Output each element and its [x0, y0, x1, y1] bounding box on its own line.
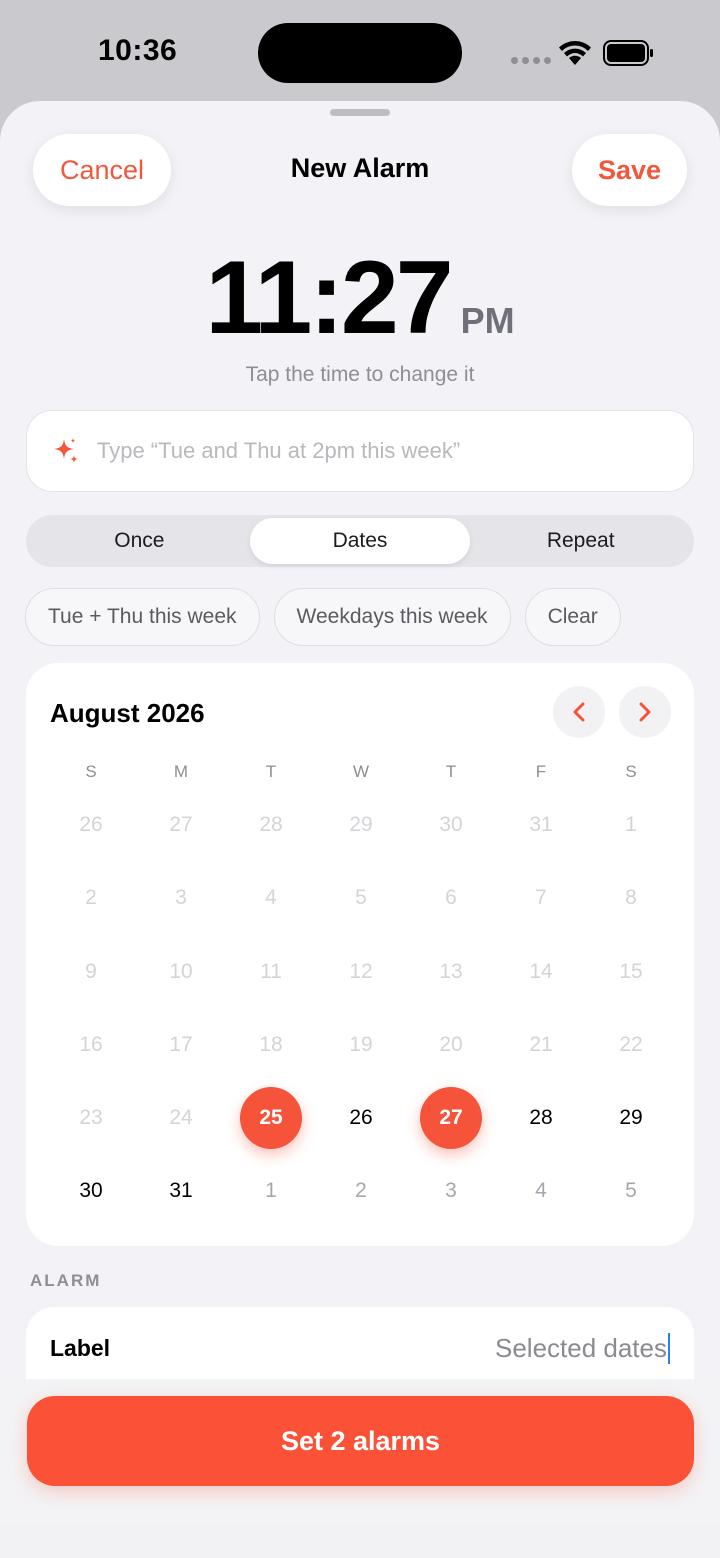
calendar-day: 16 — [79, 1033, 103, 1056]
calendar-day[interactable]: 26 — [330, 1087, 392, 1149]
bottom-action-bar: Set 2 alarms — [0, 1379, 720, 1558]
label-input[interactable]: Selected dates — [495, 1333, 670, 1364]
weekday-header: S — [85, 762, 97, 781]
chevron-right-icon — [639, 702, 651, 722]
calendar-day: 10 — [169, 960, 193, 983]
calendar-day: 28 — [259, 813, 283, 836]
sparkle-icon — [54, 438, 78, 463]
calendar-day: 3 — [175, 886, 187, 909]
chip-tue-thu[interactable]: Tue + Thu this week — [25, 588, 260, 646]
sheet-grabber[interactable] — [330, 109, 390, 116]
dynamic-island — [258, 23, 462, 83]
weekday-header: S — [625, 762, 637, 781]
previous-month-button[interactable] — [553, 686, 605, 738]
calendar-day: 14 — [529, 960, 553, 983]
status-time: 10:36 — [98, 34, 178, 67]
calendar-day: 5 — [355, 886, 367, 909]
weekday-header: F — [535, 762, 547, 781]
calendar-day: 29 — [349, 813, 373, 836]
calendar-day: 8 — [625, 886, 637, 909]
calendar-day: 1 — [625, 813, 637, 836]
time-picker-display[interactable]: 11:27 PM — [0, 239, 720, 358]
calendar-day: 15 — [619, 960, 643, 983]
cellular-signal-icon — [511, 57, 551, 64]
calendar-day[interactable]: 2 — [330, 1160, 392, 1222]
alarm-time[interactable]: 11:27 — [205, 239, 453, 358]
status-bar: 10:36 — [0, 0, 720, 100]
save-button[interactable]: Save — [572, 134, 687, 206]
calendar-day: 12 — [349, 960, 373, 983]
calendar-day: 4 — [265, 886, 277, 909]
chip-clear[interactable]: Clear — [524, 588, 621, 646]
calendar-day[interactable]: 3 — [420, 1160, 482, 1222]
calendar-day[interactable]: 28 — [510, 1087, 572, 1149]
calendar-day: 17 — [169, 1033, 193, 1056]
calendar-day: 20 — [439, 1033, 463, 1056]
weekday-header: T — [445, 762, 457, 781]
calendar-day: 18 — [259, 1033, 283, 1056]
calendar-day: 11 — [260, 960, 282, 983]
chevron-left-icon — [573, 702, 585, 722]
calendar-day: 24 — [169, 1106, 193, 1129]
calendar-day-selected[interactable]: 25 — [240, 1087, 302, 1149]
calendar-day: 13 — [439, 960, 463, 983]
calendar-day: 19 — [349, 1033, 373, 1056]
weekday-header: W — [352, 762, 370, 781]
calendar-day[interactable]: 29 — [600, 1087, 662, 1149]
natural-language-input[interactable] — [97, 438, 657, 464]
wifi-icon — [559, 41, 591, 65]
calendar-day: 9 — [85, 960, 97, 983]
tab-repeat[interactable]: Repeat — [470, 518, 691, 564]
alarm-section-heading: ALARM — [30, 1271, 102, 1290]
tab-once[interactable]: Once — [29, 518, 250, 564]
calendar-day-selected[interactable]: 27 — [420, 1087, 482, 1149]
calendar-day: 30 — [439, 813, 463, 836]
next-month-button[interactable] — [619, 686, 671, 738]
quick-select-chips: Tue + Thu this week Weekdays this week C… — [25, 588, 621, 646]
set-alarms-button[interactable]: Set 2 alarms — [27, 1396, 694, 1486]
calendar-day: 26 — [79, 813, 103, 836]
alarm-period[interactable]: PM — [461, 300, 515, 342]
weekday-header: T — [265, 762, 277, 781]
label-row-title: Label — [50, 1335, 111, 1361]
calendar-day[interactable]: 30 — [60, 1160, 122, 1222]
calendar-day[interactable]: 1 — [240, 1160, 302, 1222]
calendar-day: 31 — [529, 813, 553, 836]
calendar-day: 2 — [85, 886, 97, 909]
weekday-header: M — [173, 762, 189, 781]
calendar-day: 6 — [445, 886, 457, 909]
calendar-day: 7 — [535, 886, 547, 909]
mode-segmented-control: Once Dates Repeat — [26, 515, 694, 567]
new-alarm-sheet: Cancel New Alarm Save 11:27 PM Tap the ti… — [0, 101, 720, 1558]
calendar-day: 23 — [79, 1106, 103, 1129]
tab-dates[interactable]: Dates — [249, 518, 471, 564]
time-hint: Tap the time to change it — [245, 363, 475, 386]
calendar-month-title: August 2026 — [50, 698, 205, 728]
natural-language-field[interactable] — [26, 410, 694, 492]
battery-icon — [603, 40, 653, 66]
calendar-day: 22 — [619, 1033, 643, 1056]
calendar-day[interactable]: 31 — [150, 1160, 212, 1222]
chip-weekdays[interactable]: Weekdays this week — [273, 588, 511, 646]
calendar-card: August 2026 S M T W T F S 26 27 28 29 30 31 1 2 3 4 5 6 7 8 9… — [26, 663, 694, 1246]
calendar-day: 21 — [529, 1033, 553, 1056]
calendar-day: 27 — [169, 813, 193, 836]
calendar-day[interactable]: 5 — [600, 1160, 662, 1222]
calendar-day[interactable]: 4 — [510, 1160, 572, 1222]
